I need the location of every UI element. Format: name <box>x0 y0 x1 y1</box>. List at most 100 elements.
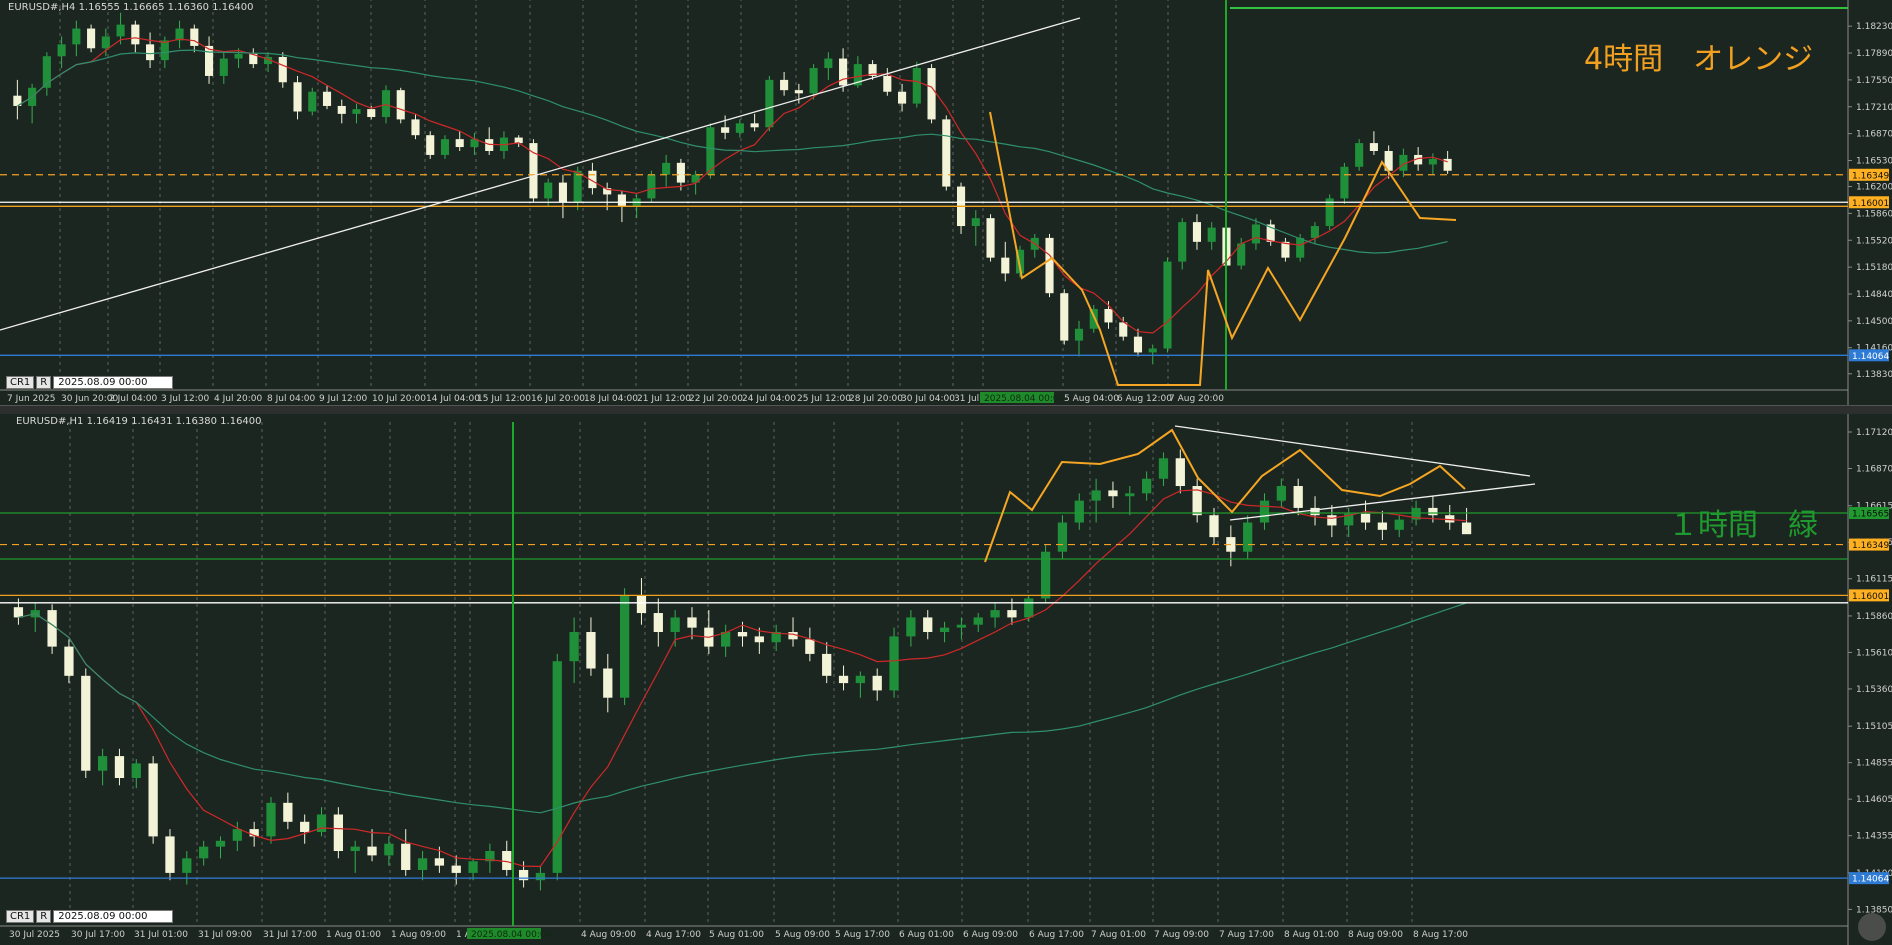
candle-body <box>1148 348 1157 353</box>
candle-body <box>1001 257 1010 274</box>
candle-body <box>805 639 815 654</box>
x-tick-label: 2025.08.04 00:00 <box>471 930 552 940</box>
cursor-time-label: 2025.08.09 00:00 <box>53 376 174 389</box>
x-tick-label: 8 Aug 09:00 <box>1348 930 1403 940</box>
candle-body <box>1045 237 1054 294</box>
x-tick-label: 2025.08.04 00:00 <box>984 394 1065 404</box>
candle-body <box>367 846 377 856</box>
x-tick-label: 2 Jul 04:00 <box>109 394 158 404</box>
candle-body <box>182 858 192 873</box>
candle-body <box>676 162 685 183</box>
app-logo-icon <box>1858 913 1886 941</box>
crosshair-readout[interactable]: CR1 R 2025.08.09 00:00 <box>6 376 174 389</box>
candle-body <box>1340 166 1349 199</box>
candle-body <box>838 675 849 684</box>
candle-body <box>956 624 967 628</box>
x-tick-label: 5 Aug 01:00 <box>709 930 764 940</box>
candle-body <box>662 162 671 175</box>
crosshair-readout[interactable]: CR1 R 2025.08.09 00:00 <box>6 910 174 923</box>
x-tick-label: 5 Aug 04:00 <box>1064 394 1119 404</box>
y-tick-label: 1.17120 <box>1856 428 1892 438</box>
candle-body <box>411 119 420 136</box>
candle-body <box>839 58 848 86</box>
y-tick-label: 1.17550 <box>1856 76 1892 86</box>
candle-body <box>215 840 226 847</box>
x-tick-label: 1 Aug 01:00 <box>326 930 381 940</box>
chart-svg-h1[interactable]: 1.171201.168701.166151.163651.161151.158… <box>0 414 1892 945</box>
candle-body <box>64 646 74 676</box>
candle-body <box>1310 226 1319 238</box>
x-tick-label: 1 Aug 09:00 <box>391 930 446 940</box>
candle-body <box>558 182 567 203</box>
x-tick-label: 7 Aug 01:00 <box>1091 930 1146 940</box>
cr1-button[interactable]: CR1 <box>6 910 35 923</box>
candle-body <box>1074 328 1084 341</box>
price-badge-label: 1.16349 <box>1852 171 1889 181</box>
r-button[interactable]: R <box>36 376 52 389</box>
candle-body <box>293 82 302 112</box>
candle-body <box>278 56 287 83</box>
candle-body <box>116 24 125 37</box>
x-tick-label: 22 Jul 20:00 <box>689 394 743 404</box>
candle-body <box>160 40 169 61</box>
candle-body <box>1428 158 1437 165</box>
x-tick-label: 4 Aug 17:00 <box>646 930 701 940</box>
candle-body <box>455 139 464 148</box>
candle-body <box>350 846 360 852</box>
candle-body <box>1158 458 1169 479</box>
candle-body <box>619 595 630 698</box>
candle-body <box>1355 143 1364 167</box>
chart-pane-h4[interactable]: 1.18230 1.17890 1.17550 1.17210 1.16870 1.165… <box>0 0 1892 405</box>
candle-body <box>1175 458 1185 487</box>
cr1-button[interactable]: CR1 <box>6 376 35 389</box>
chart-pane-h1[interactable]: 1.171201.168701.166151.163651.161151.158… <box>0 414 1892 945</box>
r-button[interactable]: R <box>36 910 52 923</box>
price-badge-label: 1.14064 <box>1852 352 1889 362</box>
candle-body <box>81 675 91 771</box>
candle-body <box>148 763 158 837</box>
candle-body <box>883 75 892 92</box>
candle-body <box>13 607 24 618</box>
x-tick-label: 31 Jul 17:00 <box>263 930 317 940</box>
candle-body <box>1163 261 1172 349</box>
candle-body <box>1461 522 1472 535</box>
y-tick-label: 1.15105 <box>1856 722 1892 732</box>
candle-body <box>1209 515 1219 538</box>
candle-body <box>1133 336 1143 353</box>
candle-body <box>855 675 866 684</box>
candle-body <box>190 28 199 46</box>
candle-body <box>131 763 141 779</box>
candle-body <box>131 24 140 45</box>
candle-body <box>352 109 361 114</box>
candle-body <box>300 821 310 833</box>
candle-body <box>1119 322 1128 337</box>
candle-body <box>636 595 647 614</box>
candle-body <box>502 851 512 870</box>
chart-title: １時間 緑 <box>1668 508 1818 543</box>
candle-body <box>569 632 579 662</box>
candle-body <box>468 861 478 873</box>
candle-body <box>586 632 596 669</box>
candle-body <box>384 843 394 856</box>
candle-body <box>653 613 663 633</box>
candle-body <box>1207 227 1216 242</box>
x-tick-label: 28 Jul 20:00 <box>849 394 903 404</box>
candle-body <box>735 123 744 133</box>
y-tick-label: 1.14500 <box>1856 317 1892 327</box>
candle-body <box>824 58 833 69</box>
candle-body <box>47 610 57 647</box>
plot-background <box>0 414 1892 945</box>
candle-body <box>794 90 803 94</box>
x-tick-label: 9 Jul 12:00 <box>319 394 368 404</box>
candle-body <box>434 858 445 866</box>
y-tick-label: 1.15610 <box>1856 648 1892 658</box>
candle-body <box>617 194 626 207</box>
price-badge-label: 1.16565 <box>1852 510 1889 520</box>
candle-body <box>889 636 899 691</box>
candle-body <box>266 802 276 837</box>
y-tick-label: 1.18230 <box>1856 22 1892 32</box>
chart-window: { "chart_data": [ { "type": "candlestick… <box>0 0 1892 945</box>
candle-body <box>57 44 66 57</box>
candle-body <box>535 872 546 881</box>
candle-body <box>1057 522 1068 552</box>
